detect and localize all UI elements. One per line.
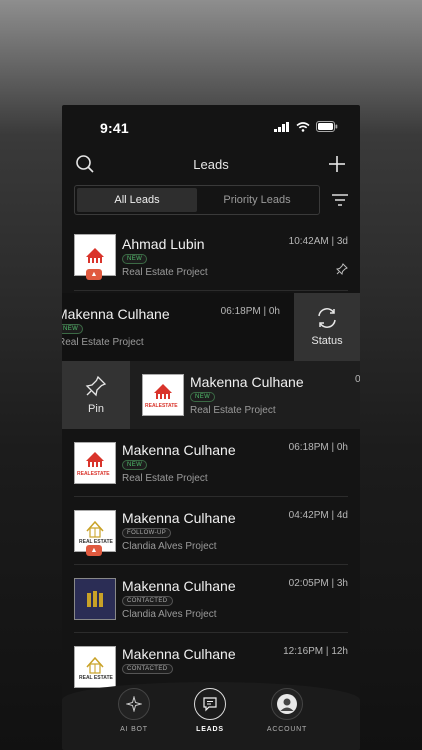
lead-time: 04:42PM [288,510,329,521]
page-title: Leads [193,157,229,172]
lead-time: 06:18PM [220,306,261,317]
lead-row[interactable]: REALESTATE Makenna Culhane NEW Real Esta… [62,429,360,497]
lead-age: 3d [336,236,348,247]
tab-leads[interactable]: LEADS [180,688,240,733]
real-estate-logo: REALESTATE [142,374,184,416]
lead-age: 0h [336,442,348,453]
status-bar: 9:41 [62,105,360,147]
time-separator: | [325,646,329,657]
lead-row[interactable]: Pin REALESTATE Makenna Culhane NEW Real … [62,361,360,429]
status-action-label: Status [311,335,343,347]
lead-time: 10:42AM [288,236,329,247]
tab-label: ACCOUNT [266,726,308,733]
refresh-icon [318,308,336,328]
status-badge: NEW [190,392,216,402]
lead-name: Makenna Culhane [62,306,170,322]
lead-name: Makenna Culhane [122,646,236,662]
status-badge: NEW [122,460,148,470]
lead-project: Clandia Alves Project [122,609,217,620]
add-icon[interactable] [326,153,348,175]
lead-project: Real Estate Project [62,337,144,348]
lead-tabs: All Leads Priority Leads [74,185,320,215]
pin-action-button[interactable]: Pin [62,361,130,429]
status-action-button[interactable]: Status [294,293,360,361]
pin-icon[interactable] [336,263,348,275]
status-badge: NEW [62,324,84,334]
lead-row[interactable]: REAL ESTATE ▲ Makenna Culhane FOLLOW-UP … [62,497,360,565]
sparkle-icon [126,696,142,712]
tab-priority-leads[interactable]: Priority Leads [197,188,317,212]
tab-label: AI BOT [120,726,148,733]
lead-project: Clandia Alves Project [122,541,217,552]
lead-age: 3h [336,578,348,589]
lead-name: Ahmad Lubin [122,236,205,252]
battery-icon [316,121,338,132]
header: Leads [62,149,360,179]
status-badge: NEW [122,254,148,264]
logo-text: REALESTATE [145,403,178,409]
avatar [277,694,297,714]
time-separator: | [331,578,335,589]
tab-ai-bot[interactable]: AI BOT [104,688,164,733]
chat-icon [203,697,217,712]
bottom-tab-bar: AI BOT LEADS ACCOUNT [62,682,360,750]
pin-action-label: Pin [88,403,104,415]
lead-name: Makenna Culhane [122,578,236,594]
wifi-icon [296,121,310,132]
lead-age: 12h [331,646,348,657]
lead-time: 06:18PM [288,442,329,453]
lead-name: Makenna Culhane [122,442,236,458]
status-badge: CONTACTED [122,664,173,674]
logo-text: REALESTATE [77,471,110,477]
tab-label: LEADS [196,726,224,733]
time-separator: | [331,442,335,453]
lead-time: 12:16PM [283,646,324,657]
tab-account[interactable]: ACCOUNT [257,688,317,733]
lead-row[interactable]: ▲ Ahmad Lubin NEW Real Estate Project 10… [62,223,360,291]
lead-name: Makenna Culhane [190,374,304,390]
lead-age: 4d [336,510,348,521]
phone-screen: 9:41 Leads All Leads Priority Leads ▲ Ah… [62,105,360,750]
time-separator: | [331,510,335,521]
logo-text: REAL ESTATE [79,675,113,681]
lead-project: Real Estate Project [122,473,208,484]
lead-age: 0h [268,306,280,317]
status-badge: CONTACTED [122,596,173,606]
fire-icon: ▲ [86,269,102,280]
status-time: 9:41 [100,120,129,136]
signal-icon [274,121,289,132]
status-badge: FOLLOW-UP [122,528,172,538]
lead-time: 0 [355,374,360,385]
lead-project: Real Estate Project [190,405,276,416]
time-separator: | [331,236,335,247]
lead-row[interactable]: Makenna Culhane CONTACTED Clandia Alves … [62,565,360,633]
lead-name: Makenna Culhane [122,510,236,526]
time-separator: | [263,306,267,317]
lead-time: 02:05PM [288,578,329,589]
m-monogram-logo [74,578,116,620]
real-estate-logo: REAL ESTATE [74,646,116,688]
fire-icon: ▲ [86,545,102,556]
filter-icon[interactable] [330,191,350,209]
pin-icon [85,375,107,397]
tab-all-leads[interactable]: All Leads [77,188,197,212]
real-estate-logo: REALESTATE [74,442,116,484]
lead-row[interactable]: Makenna Culhane NEW Real Estate Project … [62,293,360,361]
lead-project: Real Estate Project [122,267,208,278]
